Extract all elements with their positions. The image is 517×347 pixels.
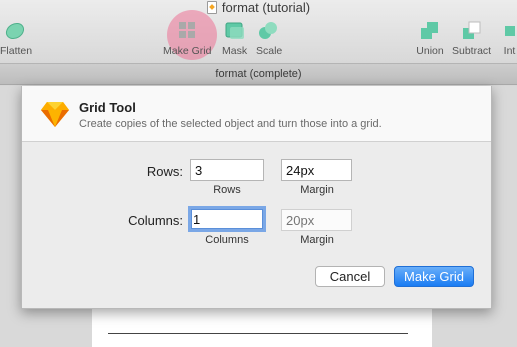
grid-tool-dialog: Grid Tool Create copies of the selected … — [21, 86, 492, 309]
flatten-button[interactable]: Flatten — [0, 20, 32, 57]
columns-margin-caption: Margin — [300, 234, 334, 246]
make-grid-submit-button[interactable]: Make Grid — [394, 266, 474, 287]
cancel-button[interactable]: Cancel — [315, 266, 385, 287]
rows-margin-input[interactable] — [281, 159, 352, 181]
artboard-divider-line — [108, 333, 408, 334]
sketch-gem-icon — [41, 102, 69, 127]
scale-label: Scale — [256, 45, 283, 57]
columns-label: Columns: — [128, 213, 183, 228]
document-tab-label: format (complete) — [215, 68, 302, 80]
intersect-icon — [505, 26, 515, 36]
union-label: Union — [416, 45, 444, 57]
dialog-subtitle: Create copies of the selected object and… — [79, 118, 382, 130]
mask-icon — [225, 22, 244, 39]
scale-button[interactable]: Scale — [256, 20, 282, 57]
window-title: format (tutorial) — [0, 0, 517, 15]
subtract-label: Subtract — [452, 45, 492, 57]
toolbar: format (tutorial) Flatten Make Grid Mask… — [0, 0, 517, 64]
document-tab[interactable]: format (complete) — [0, 64, 517, 85]
make-grid-button[interactable]: Make Grid — [163, 20, 211, 57]
flatten-label: Flatten — [0, 45, 33, 57]
mask-button[interactable]: Mask — [222, 20, 247, 57]
rows-caption: Rows — [213, 184, 241, 196]
columns-input[interactable] — [188, 206, 266, 232]
flatten-icon — [6, 22, 25, 40]
make-grid-icon — [179, 22, 196, 38]
columns-caption: Columns — [205, 234, 249, 246]
window-title-text: format (tutorial) — [221, 0, 311, 15]
subtract-button[interactable]: Subtract — [452, 20, 491, 57]
union-icon — [421, 22, 438, 39]
mask-label: Mask — [222, 45, 248, 57]
scale-icon — [259, 22, 278, 39]
rows-label: Rows: — [146, 164, 183, 179]
union-button[interactable]: Union — [416, 20, 444, 57]
dialog-header: Grid Tool Create copies of the selected … — [22, 86, 491, 142]
dialog-title: Grid Tool — [79, 100, 136, 115]
columns-margin-input[interactable] — [281, 209, 352, 231]
make-grid-label: Make Grid — [163, 45, 212, 57]
rows-margin-caption: Margin — [300, 184, 334, 196]
rows-input[interactable] — [190, 159, 264, 181]
document-icon — [206, 1, 217, 14]
subtract-icon — [462, 21, 481, 39]
intersect-button[interactable]: Int — [502, 20, 517, 57]
intersect-label: Int — [503, 45, 516, 57]
